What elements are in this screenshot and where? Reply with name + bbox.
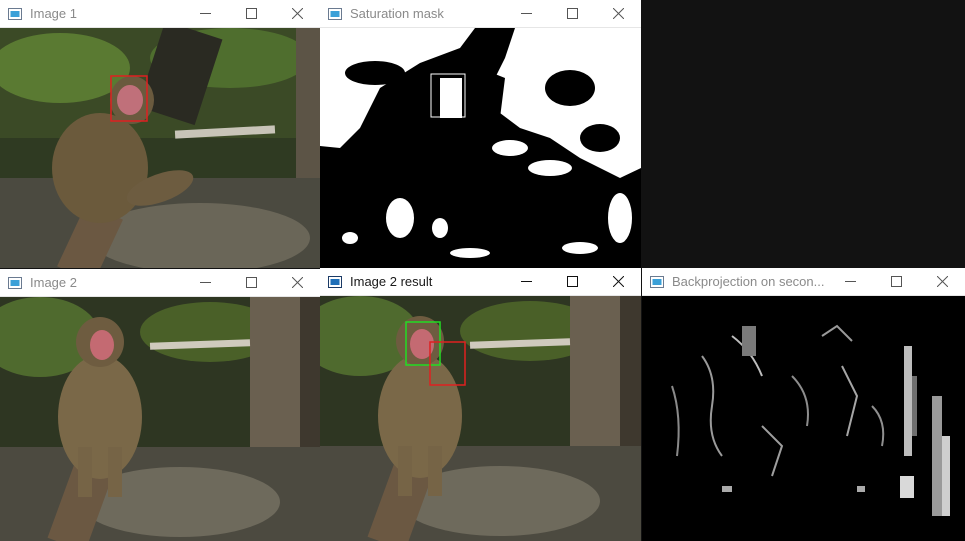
backprojection-canvas — [642, 296, 965, 541]
minimize-icon — [199, 282, 211, 283]
maximize-icon — [566, 276, 578, 287]
window-saturation-mask[interactable]: Saturation mask — [320, 0, 641, 268]
window-title: Backprojection on secon... — [672, 274, 825, 289]
maximize-button[interactable] — [549, 0, 595, 28]
title-bar[interactable]: Saturation mask — [320, 0, 641, 28]
maximize-button[interactable] — [228, 269, 274, 297]
window-image-1[interactable]: Image 1 — [0, 0, 320, 268]
close-button[interactable] — [274, 269, 320, 297]
close-button[interactable] — [274, 0, 320, 28]
window-title: Image 2 — [30, 275, 77, 290]
window-title: Image 1 — [30, 6, 77, 21]
close-button[interactable] — [919, 268, 965, 296]
window-backprojection[interactable]: Backprojection on secon... — [642, 268, 965, 541]
opencv-window-icon — [8, 276, 22, 289]
window-title: Saturation mask — [350, 6, 444, 21]
window-title: Image 2 result — [350, 274, 433, 289]
close-icon — [936, 276, 948, 287]
minimize-button[interactable] — [503, 268, 549, 296]
opencv-window-icon — [328, 7, 342, 20]
close-icon — [612, 8, 624, 19]
opencv-window-icon — [650, 275, 664, 288]
minimize-button[interactable] — [182, 0, 228, 28]
window-image-2-result[interactable]: Image 2 result — [320, 268, 641, 541]
image-1-canvas — [0, 28, 320, 268]
maximize-icon — [245, 8, 257, 19]
maximize-button[interactable] — [873, 268, 919, 296]
minimize-icon — [520, 13, 532, 14]
maximize-button[interactable] — [549, 268, 595, 296]
minimize-button[interactable] — [827, 268, 873, 296]
minimize-button[interactable] — [182, 269, 228, 297]
maximize-icon — [890, 276, 902, 287]
image-2-canvas — [0, 297, 320, 541]
close-icon — [612, 276, 624, 287]
close-button[interactable] — [595, 268, 641, 296]
title-bar[interactable]: Image 2 — [0, 269, 320, 297]
opencv-window-icon — [8, 7, 22, 20]
minimize-button[interactable] — [503, 0, 549, 28]
title-bar[interactable]: Backprojection on secon... — [642, 268, 965, 296]
close-icon — [291, 8, 303, 19]
minimize-icon — [844, 281, 856, 282]
window-image-2[interactable]: Image 2 — [0, 269, 320, 541]
minimize-icon — [520, 281, 532, 282]
opencv-window-icon — [328, 275, 342, 288]
maximize-icon — [566, 8, 578, 19]
close-button[interactable] — [595, 0, 641, 28]
image-2-result-canvas — [320, 296, 641, 541]
title-bar[interactable]: Image 2 result — [320, 268, 641, 296]
maximize-icon — [245, 277, 257, 288]
maximize-button[interactable] — [228, 0, 274, 28]
minimize-icon — [199, 13, 211, 14]
saturation-mask-canvas — [320, 28, 641, 268]
title-bar[interactable]: Image 1 — [0, 0, 320, 28]
close-icon — [291, 277, 303, 288]
